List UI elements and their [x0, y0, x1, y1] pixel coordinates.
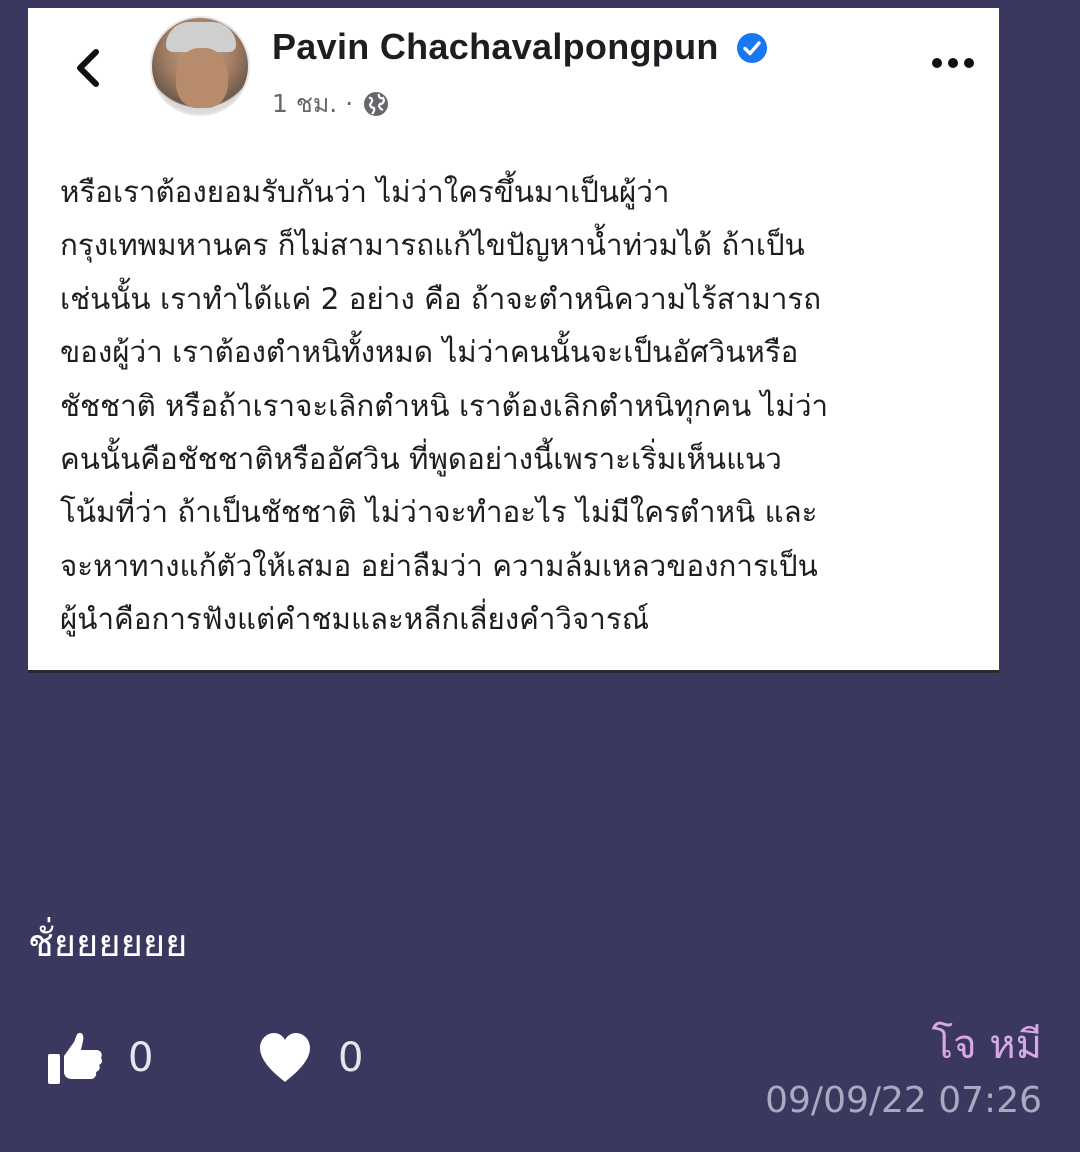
- post-body-line: เช่นนั้น เราทำได้แค่ 2 อย่าง คือ ถ้าจะตำ…: [60, 281, 822, 316]
- post-body-line: คนนั้นคือชัชชาติหรืออัศวิน ที่พูดอย่างนี…: [60, 442, 782, 477]
- post-body-line: กรุงเทพมหานคร ก็ไม่สามารถแก้ไขปัญหาน้ำท่…: [60, 228, 805, 263]
- like-count: 0: [128, 1035, 154, 1081]
- post-body-line: จะหาทางแก้ตัวให้เสมอ อย่าลืมว่า ความล้มเ…: [60, 548, 818, 583]
- love-count: 0: [338, 1035, 364, 1081]
- globe-icon: [364, 92, 389, 116]
- sender-name: โจ หมี: [931, 1022, 1042, 1068]
- thumbs-up-icon[interactable]: [46, 1030, 104, 1086]
- shared-post-screenshot: Pavin Chachavalpongpun 1 ชม. · หรือเราต้…: [28, 8, 999, 673]
- post-body-line: ผู้นำคือการฟังแต่คำชมและหลีกเลี่ยงคำวิจา…: [60, 602, 650, 637]
- post-meta: 1 ชม. ·: [272, 84, 391, 124]
- heart-icon[interactable]: [256, 1030, 314, 1086]
- like-reaction[interactable]: 0: [46, 1030, 153, 1086]
- verified-badge-icon: [737, 33, 767, 63]
- post-body-line: หรือเราต้องยอมรับกันว่า ไม่ว่าใครขึ้นมาเ…: [60, 175, 670, 209]
- author-avatar[interactable]: [150, 16, 250, 116]
- message-text: ชั่ยยยยยย: [28, 921, 188, 965]
- post-body-line: ชัชชาติ หรือถ้าเราจะเลิกตำหนิ เราต้องเลิ…: [60, 388, 829, 423]
- post-timestamp: 1 ชม. ·: [272, 89, 354, 118]
- message-timestamp: 09/09/22 07:26: [765, 1080, 1042, 1121]
- more-options-icon[interactable]: [931, 56, 975, 70]
- post-body: หรือเราต้องยอมรับกันว่า ไม่ว่าใครขึ้นมาเ…: [60, 166, 985, 647]
- post-body-line: ของผู้ว่า เราต้องตำหนิทั้งหมด ไม่ว่าคนนั…: [60, 335, 799, 370]
- chevron-left-icon[interactable]: [74, 48, 102, 88]
- love-reaction[interactable]: 0: [256, 1030, 363, 1086]
- post-body-line: โน้มที่ว่า ถ้าเป็นชัชชาติ ไม่ว่าจะทำอะไร…: [60, 495, 818, 530]
- author-name[interactable]: Pavin Chachavalpongpun: [272, 26, 719, 68]
